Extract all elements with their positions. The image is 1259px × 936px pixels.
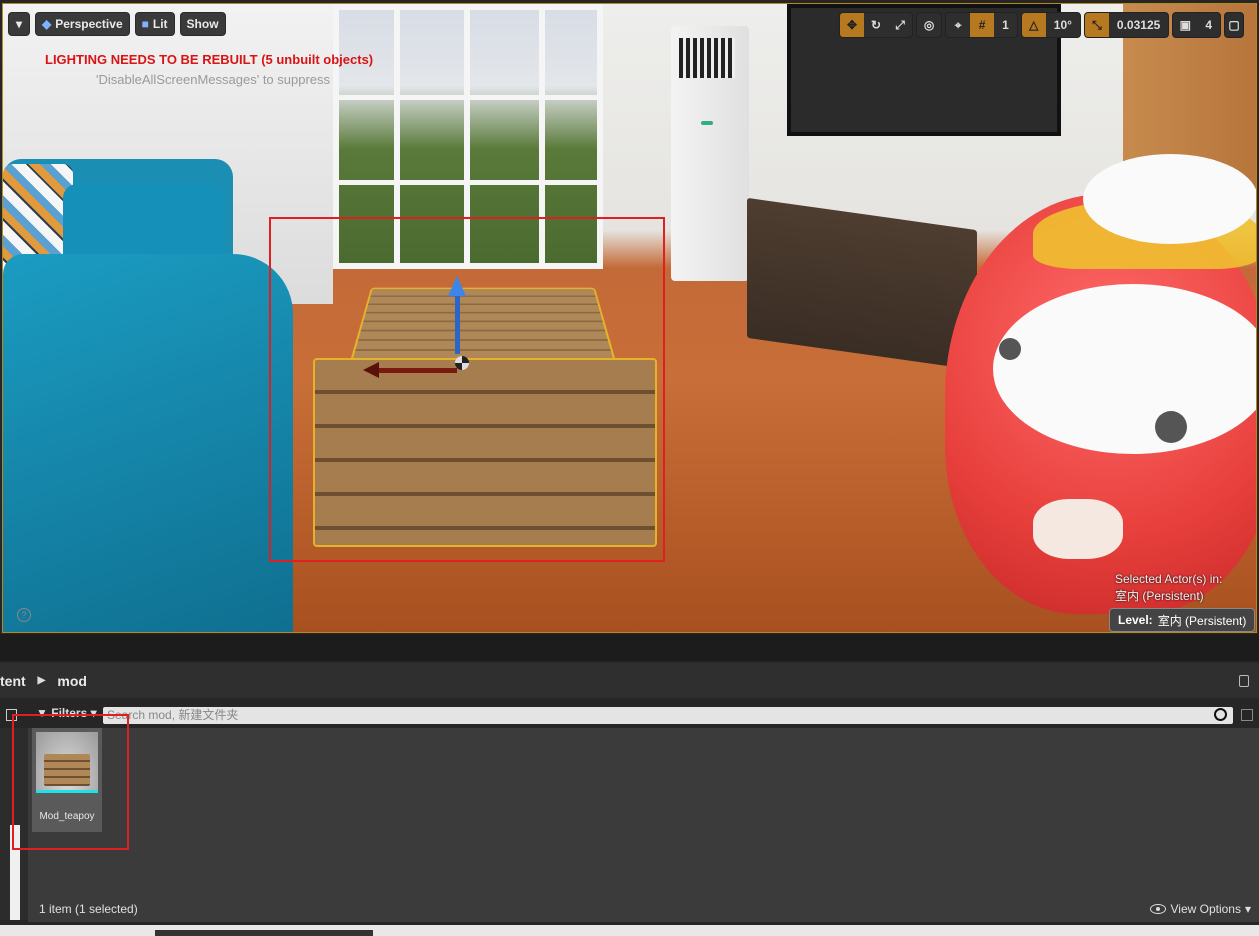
help-icon[interactable]: ? — [17, 608, 31, 622]
air-conditioner[interactable] — [671, 26, 749, 281]
angle-icon[interactable]: △ — [1021, 13, 1046, 37]
window-frame — [339, 95, 597, 100]
lit-button[interactable]: ■ Lit — [134, 12, 175, 36]
scale-snap-icon[interactable]: ⤡ — [1084, 13, 1109, 37]
lock-icon[interactable] — [1239, 675, 1249, 687]
maximize-icon[interactable]: ▢ — [1225, 13, 1243, 37]
viewport-toolbar: ▾ ◆ Perspective ■ Lit Show — [8, 12, 226, 36]
window-frame — [339, 180, 597, 185]
viewport-menu-button[interactable]: ▾ — [8, 12, 30, 36]
level-value: 室内 (Persistent) — [1157, 613, 1247, 628]
search-icon[interactable] — [1214, 708, 1227, 721]
transform-toolbar: ✥ ↻ ⤢ ◎ ⌖ # 1 △ 10° ⤡ 0.03125 ▣ 4 ▢ — [839, 12, 1244, 38]
status-bar: 1 item (1 selected) View Options ▾ — [28, 898, 1259, 922]
transform-mode-group: ✥ ↻ ⤢ — [839, 12, 914, 38]
scale-snap-value[interactable]: 0.03125 — [1109, 13, 1168, 37]
selected-actors-level: 室内 (Persistent) — [1115, 589, 1204, 603]
item-count: 1 item (1 selected) — [39, 902, 138, 916]
tv-stand[interactable] — [747, 197, 977, 371]
perspective-label: Perspective — [55, 17, 123, 31]
grid-icon[interactable]: # — [970, 13, 995, 37]
camera-speed-group: ▣ 4 — [1172, 12, 1221, 38]
suppress-hint: 'DisableAllScreenMessages' to suppress — [96, 72, 331, 87]
eye-icon — [1150, 904, 1167, 914]
beijing-2022-logo — [1033, 499, 1123, 559]
grid-snap-group: ⌖ # 1 — [945, 12, 1018, 38]
mascot-top — [1083, 154, 1256, 244]
camera-speed-value[interactable]: 4 — [1197, 13, 1220, 37]
view-options-label: View Options — [1170, 902, 1241, 916]
move-icon[interactable]: ✥ — [840, 13, 865, 37]
mascot-eye — [999, 338, 1021, 360]
mascot-face — [993, 284, 1256, 454]
ac-indicator — [701, 121, 713, 125]
selected-actors-info: Selected Actor(s) in: 室内 (Persistent) — [1115, 571, 1222, 605]
chevron-down-icon: ▾ — [1244, 902, 1251, 916]
view-options-button[interactable]: View Options ▾ — [1150, 902, 1251, 916]
scale-snap-group: ⤡ 0.03125 — [1083, 12, 1170, 38]
camera-icon: ◆ — [42, 17, 52, 31]
breadcrumb-item[interactable]: tent — [0, 673, 26, 689]
ac-grille — [679, 38, 735, 78]
grid-snap-value[interactable]: 1 — [994, 13, 1017, 37]
panel-divider — [0, 634, 1259, 661]
lit-label: Lit — [152, 17, 168, 31]
search-input[interactable]: Search mod, 新建文件夹 — [103, 707, 1233, 724]
level-badge: Level: 室内 (Persistent) — [1109, 608, 1256, 632]
rotate-icon[interactable]: ↻ — [864, 13, 888, 37]
show-button[interactable]: Show — [179, 12, 226, 36]
breadcrumb: tent ▶ mod — [0, 663, 1259, 698]
breadcrumb-item[interactable]: mod — [57, 673, 87, 689]
selected-actors-label: Selected Actor(s) in: — [1115, 572, 1223, 586]
mascot-eye — [1155, 411, 1187, 443]
surface-snap-icon[interactable]: ⌖ — [946, 13, 970, 37]
lighting-warning: LIGHTING NEEDS TO BE REBUILT (5 unbuilt … — [45, 52, 374, 67]
coord-system-group: ◎ — [916, 12, 943, 38]
maximize-group: ▢ — [1224, 12, 1244, 38]
taskbar-item[interactable] — [155, 930, 373, 936]
camera-speed-icon[interactable]: ▣ — [1173, 13, 1197, 37]
rotation-snap-group: △ 10° — [1020, 12, 1081, 38]
cube-icon: ■ — [141, 17, 149, 31]
sofa[interactable] — [3, 254, 293, 632]
perspective-button[interactable]: ◆ Perspective — [35, 12, 130, 36]
chevron-right-icon: ▶ — [37, 675, 46, 686]
filter-bar: ▼ Filters ▾ Search mod, 新建文件夹 — [0, 701, 1259, 728]
globe-icon[interactable]: ◎ — [917, 13, 941, 37]
rotation-snap-value[interactable]: 10° — [1046, 13, 1080, 37]
chevron-down-icon: ▾ — [15, 17, 23, 31]
show-label: Show — [186, 17, 219, 31]
level-label: Level: — [1118, 613, 1153, 627]
highlight-box-asset — [12, 714, 129, 850]
highlight-box-teapoy — [269, 217, 665, 562]
asset-grid[interactable] — [28, 728, 1259, 898]
scale-icon[interactable]: ⤢ — [888, 13, 912, 37]
save-search-icon[interactable] — [1241, 709, 1253, 721]
